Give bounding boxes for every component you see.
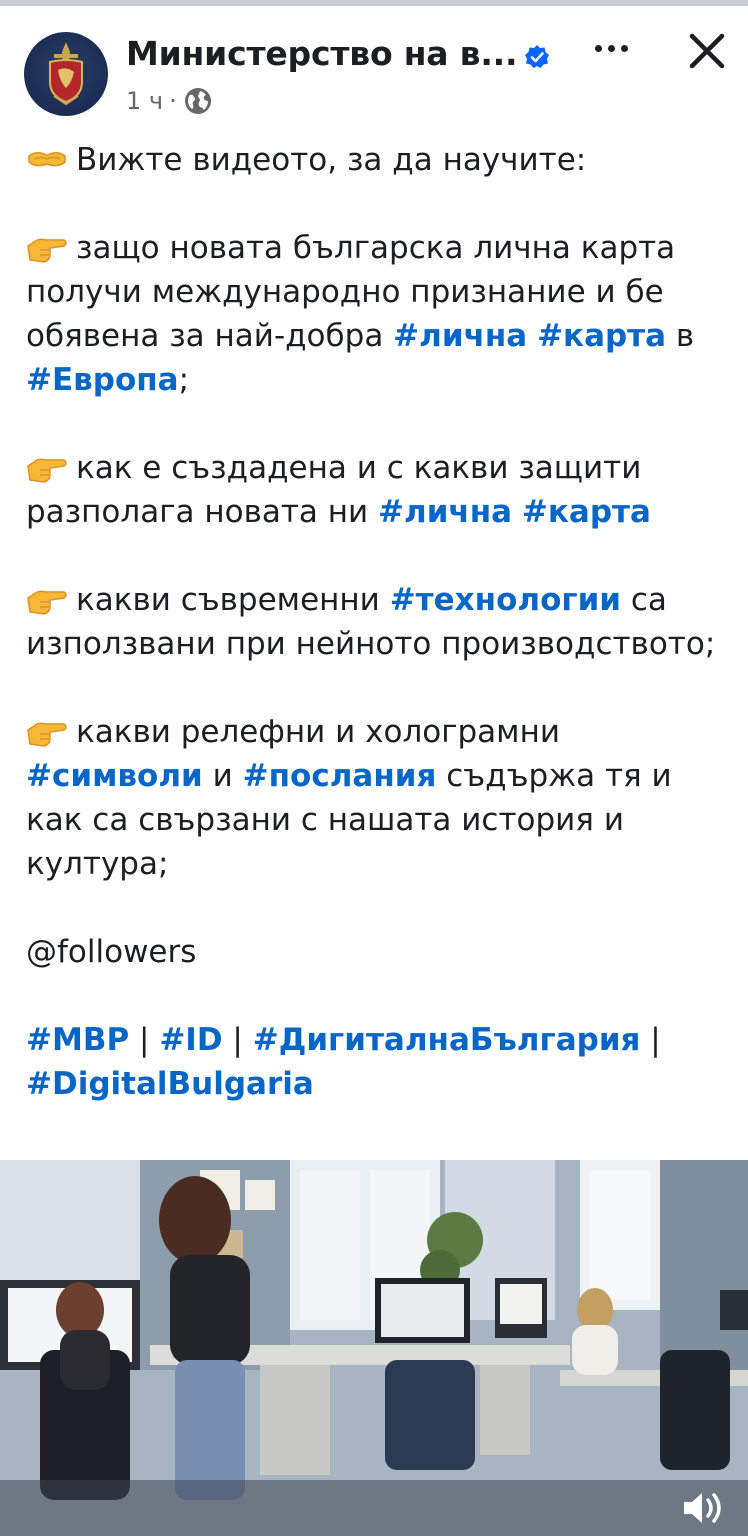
bullet-1: защо новата българска лична карта получи…	[26, 226, 726, 402]
page-name[interactable]: Министерство на в...	[126, 34, 518, 73]
pipe-separator: |	[222, 1022, 253, 1058]
hashtag-mvr[interactable]: #МВР	[26, 1022, 129, 1058]
backhand-index-pointing-right-emoji	[27, 238, 67, 263]
hashtag-digital-bulgaria[interactable]: #DigitalBulgaria	[26, 1066, 314, 1102]
bullet-4: какви релефни и холограмни #символи и #п…	[26, 710, 726, 886]
post-meta: 1 ч ·	[126, 86, 213, 116]
hashtag-karta[interactable]: #карта	[537, 318, 666, 354]
bullet-4-mid: и	[202, 758, 243, 794]
bullet-2: как е създадена и с какви защити разпола…	[26, 446, 726, 534]
hashtag-karta[interactable]: #карта	[522, 494, 651, 530]
office-scene-image	[0, 1160, 748, 1536]
speaker-sound-icon[interactable]	[680, 1488, 728, 1528]
pointing-hands-emoji	[28, 152, 66, 167]
more-dot	[607, 44, 615, 52]
bullet-3-text: какви съвременни	[76, 582, 390, 618]
mention-line: @followers	[26, 930, 726, 974]
meta-separator: ·	[169, 87, 177, 115]
hashtag-poslaniya[interactable]: #послания	[243, 758, 437, 794]
verified-badge-icon	[525, 45, 549, 68]
hashtag-digitalna-bulgaria[interactable]: #ДигиталнаБългария	[253, 1022, 641, 1058]
hashtag-line: #МВР | #ID | #ДигиталнаБългария | #Digit…	[26, 1018, 726, 1106]
backhand-index-pointing-right-emoji	[27, 722, 67, 747]
backhand-index-pointing-right-emoji	[27, 458, 67, 483]
hashtag-simvoli[interactable]: #символи	[26, 758, 203, 794]
intro-text: Вижте видеото, за да научите:	[76, 142, 587, 178]
post-header: Министерство на в... 1 ч ·	[0, 6, 748, 126]
bullet-4-text: какви релефни и холограмни	[76, 714, 560, 750]
post-body: Вижте видеото, за да научите: защо новат…	[26, 138, 726, 1106]
pipe-separator: |	[129, 1022, 160, 1058]
bullet-3: какви съвременни #технологии са използва…	[26, 578, 726, 666]
more-options-button[interactable]	[586, 28, 636, 68]
hashtag-lichna[interactable]: #лична	[378, 494, 512, 530]
post-video-thumbnail[interactable]	[0, 1160, 748, 1536]
bullet-1-mid: в	[666, 318, 695, 354]
ministry-emblem-icon	[49, 42, 83, 106]
post-time[interactable]: 1 ч	[126, 87, 163, 115]
more-dot	[594, 44, 602, 52]
close-icon[interactable]	[686, 30, 728, 72]
globe-icon	[184, 88, 211, 114]
bullet-1-end: ;	[178, 362, 190, 398]
pipe-separator: |	[640, 1022, 661, 1058]
more-dot	[620, 44, 628, 52]
hashtag-lichna[interactable]: #лична	[393, 318, 527, 354]
backhand-index-pointing-right-emoji	[27, 590, 67, 615]
mention-followers[interactable]: @followers	[26, 934, 196, 970]
hashtag-tehnologii[interactable]: #технологии	[390, 582, 621, 618]
page-avatar[interactable]	[24, 32, 108, 116]
intro-line: Вижте видеото, за да научите:	[26, 138, 726, 182]
hashtag-evropa[interactable]: #Европа	[26, 362, 179, 398]
hashtag-id[interactable]: #ID	[159, 1022, 222, 1058]
